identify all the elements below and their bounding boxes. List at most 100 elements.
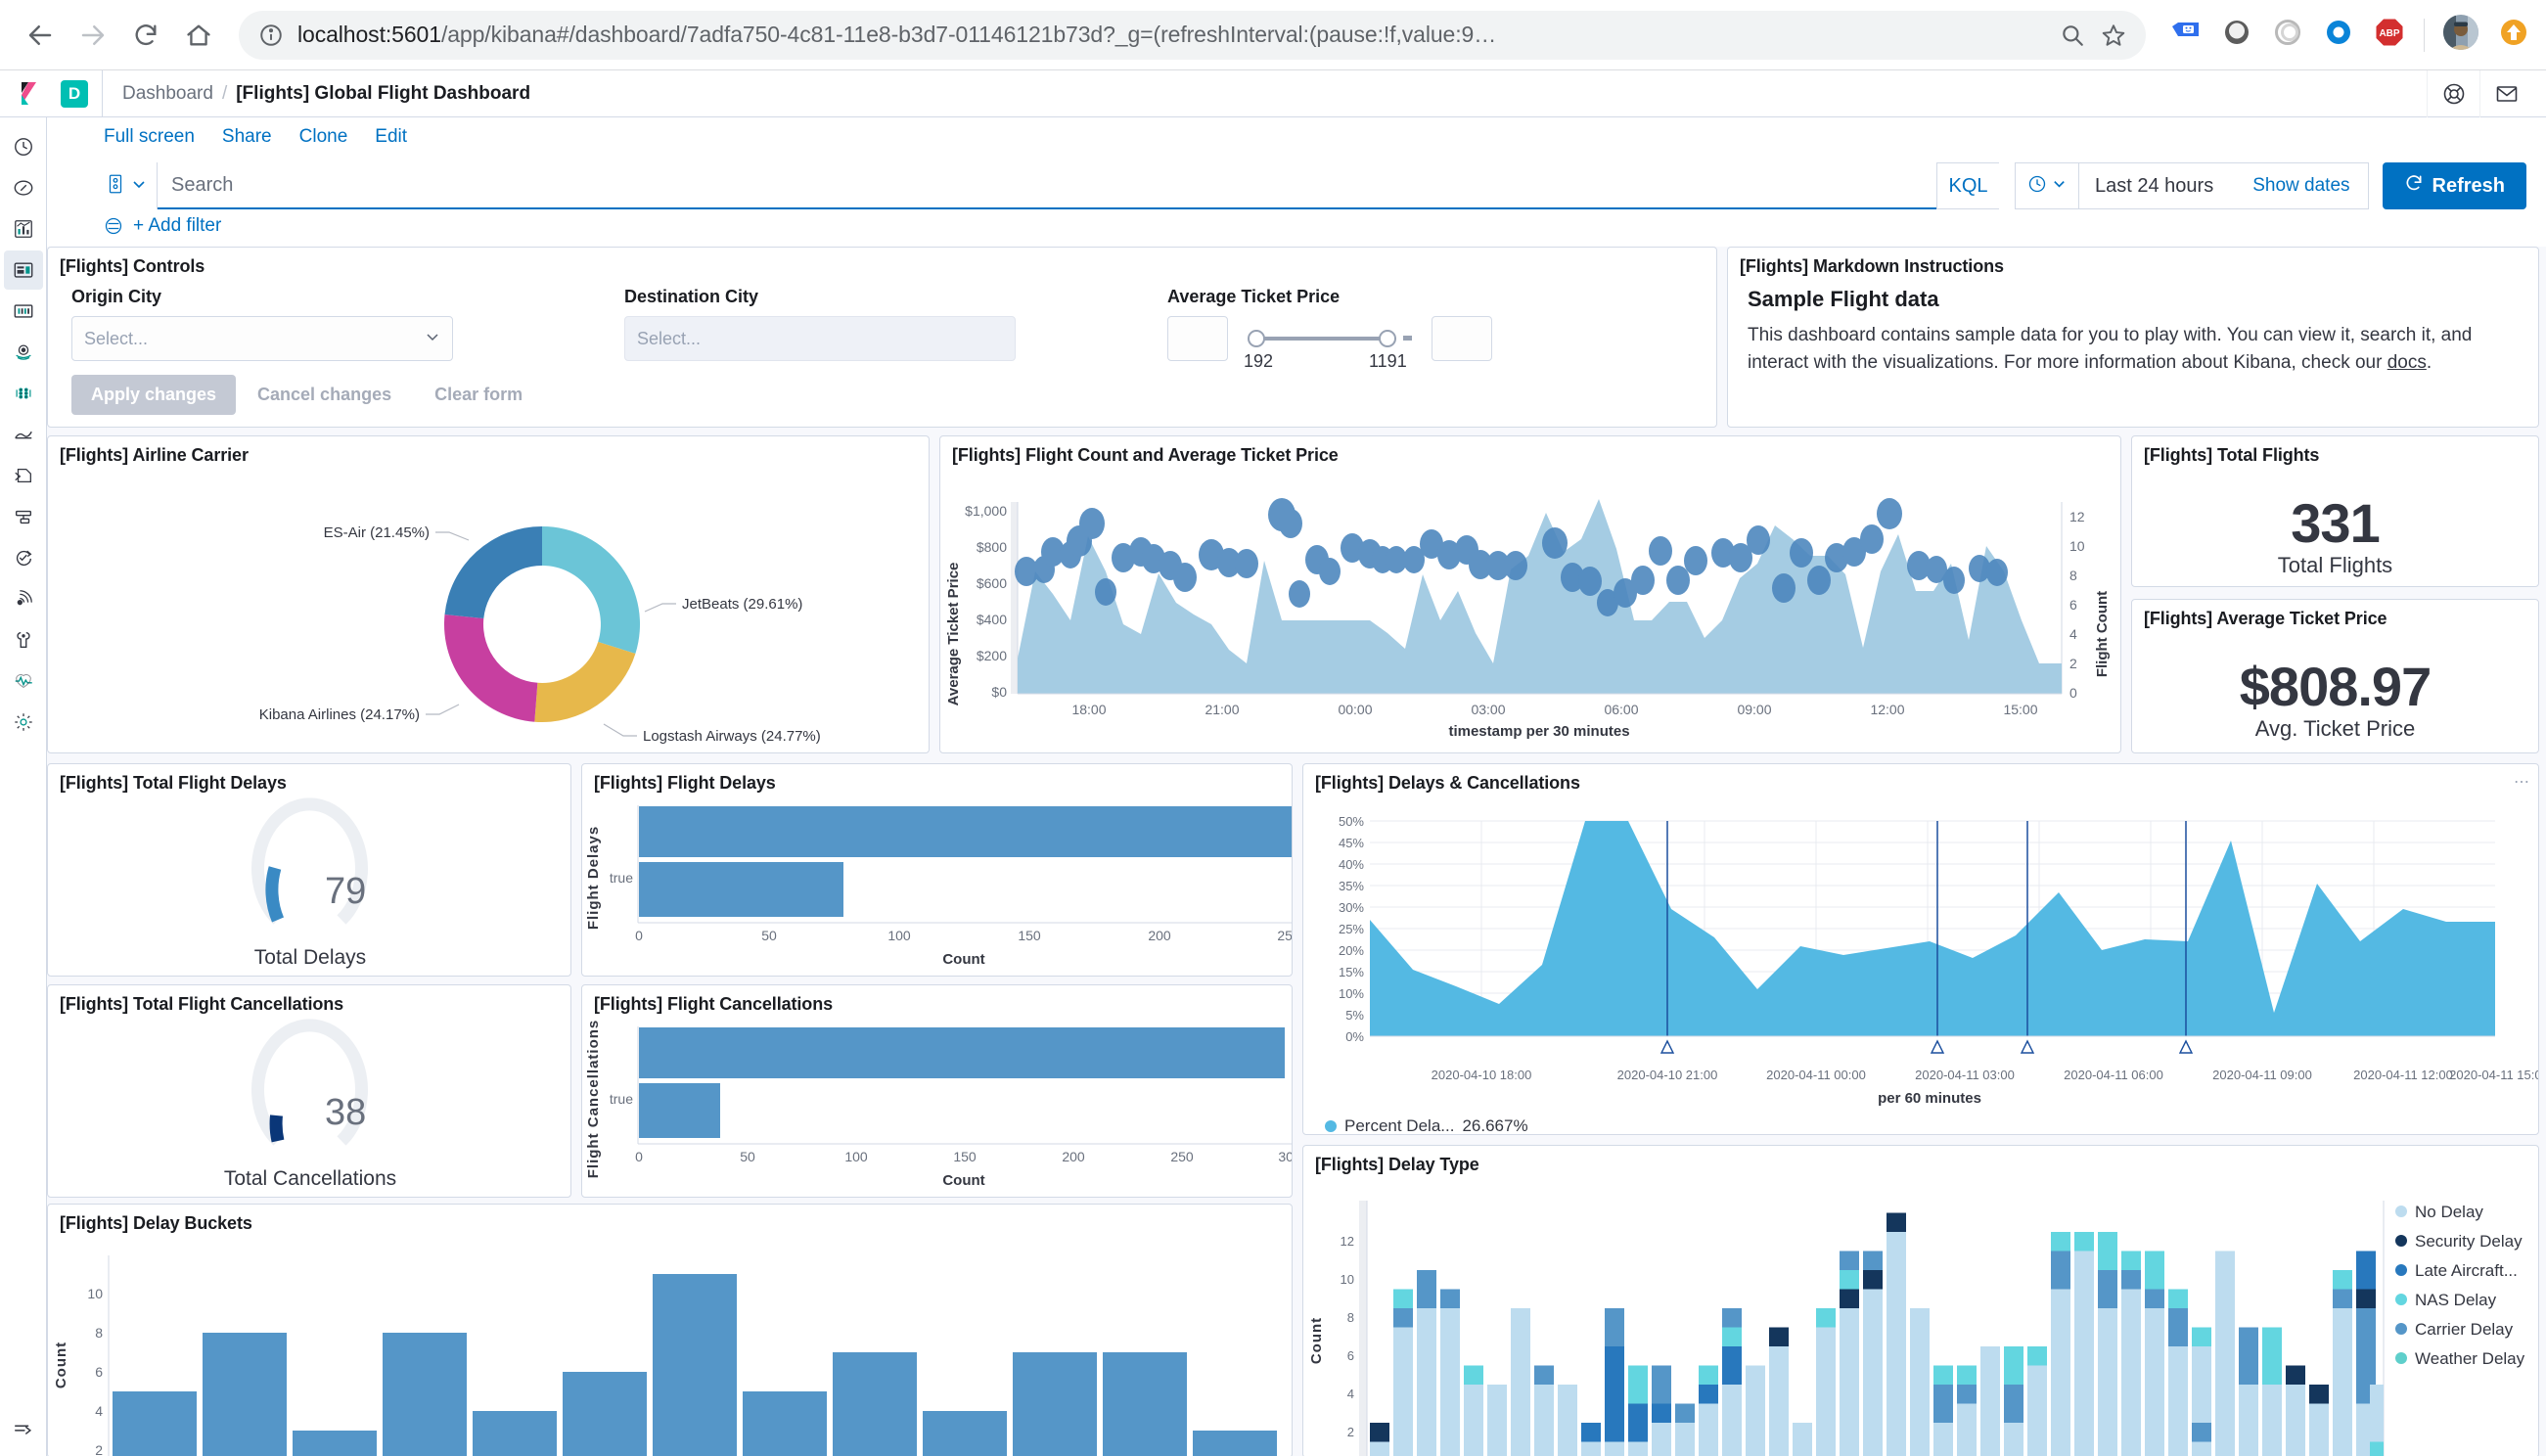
y-tick: $0 (991, 684, 1007, 700)
destination-city-select[interactable]: Select... (624, 316, 1016, 361)
add-filter-button[interactable]: + Add filter (133, 215, 221, 237)
sidebar-item-management[interactable] (4, 703, 43, 742)
price-max-input[interactable] (1432, 316, 1492, 361)
flight-count-chart[interactable]: Average Ticket Price Flight Count $0 $20… (940, 470, 2120, 752)
airline-carrier-chart[interactable]: JetBeats (29.61%) Logstash Airways (24.7… (48, 470, 929, 752)
origin-city-select[interactable]: Select... (71, 316, 453, 361)
delays-legend[interactable]: Percent Dela... 26.667% (1325, 1116, 1528, 1134)
index-pattern-selector[interactable] (104, 162, 158, 209)
y-axis: 50% 45% 40% 35% 30% 25% 20% 15% 10% 5% 0… (1339, 814, 1364, 1044)
delay-type-legend: No Delay Security Delay Late Aircraft...… (2395, 1203, 2525, 1368)
delay-type-chart[interactable]: Count 12 10 8 6 4 2 No Delay Security De… (1303, 1179, 2538, 1456)
update-arrow-icon[interactable] (2497, 16, 2530, 54)
docs-link[interactable]: docs (2387, 352, 2427, 373)
svg-text:50%: 50% (1339, 814, 1364, 829)
y-axis-title: Flight Delays (585, 826, 602, 930)
star-icon[interactable] (2099, 21, 2128, 50)
breadcrumb-parent[interactable]: Dashboard (122, 83, 213, 105)
address-bar[interactable]: localhost:5601/app/kibana#/dashboard/7ad… (239, 10, 2146, 60)
slider-knob-min[interactable] (1248, 330, 1265, 347)
full-screen-link[interactable]: Full screen (104, 126, 195, 148)
y2-tick: 8 (2069, 568, 2077, 583)
delays-cancellations-chart[interactable]: 50% 45% 40% 35% 30% 25% 20% 15% 10% 5% 0… (1303, 797, 2538, 1134)
sidebar-item-canvas[interactable] (4, 292, 43, 331)
delay-buckets-chart[interactable]: Count 10 8 6 4 2 (48, 1238, 1292, 1456)
sidebar-item-dashboard[interactable] (3, 250, 43, 290)
control-destination-city: Destination City Select... (624, 287, 1167, 361)
bitwarden-icon[interactable] (2169, 16, 2203, 54)
sidebar-item-siem[interactable] (4, 579, 43, 618)
sidebar-item-infrastructure[interactable] (4, 415, 43, 454)
extension-blue-icon[interactable] (2322, 16, 2355, 54)
sidebar-item-visualize[interactable] (4, 209, 43, 249)
apply-changes-button[interactable]: Apply changes (71, 375, 237, 415)
avg-ticket-price-label: Avg. Ticket Price (2254, 716, 2416, 741)
site-info-icon[interactable] (256, 21, 286, 50)
price-range-slider[interactable]: 192 1191 (1167, 316, 1492, 371)
destination-city-label: Destination City (624, 287, 759, 306)
clone-link[interactable]: Clone (299, 126, 348, 148)
sidebar-item-monitoring[interactable] (4, 661, 43, 701)
svg-text:ABP: ABP (2379, 28, 2399, 39)
show-dates-button[interactable]: Show dates (2235, 175, 2367, 197)
extension-ghost-icon[interactable] (2271, 16, 2304, 54)
price-max-value: 1191 (1369, 351, 1407, 371)
time-range-value[interactable]: Last 24 hours (2079, 175, 2235, 198)
total-flights-metric[interactable]: 331 Total Flights (2132, 470, 2538, 578)
total-flight-cancellations-gauge[interactable]: 38 Total Cancellations (48, 1019, 570, 1197)
controls-row: Origin City Select... Destination City S… (48, 281, 1716, 371)
help-icon[interactable] (2427, 69, 2479, 117)
y-tick: $1,000 (965, 503, 1007, 519)
back-arrow-icon[interactable] (16, 11, 65, 60)
collapse-arrow-icon[interactable] (4, 1409, 43, 1448)
panel-options-icon[interactable]: ⋯ (2514, 772, 2530, 792)
sidebar-item-logs[interactable] (4, 456, 43, 495)
search-input[interactable]: Search (158, 162, 1937, 209)
total-flight-delays-gauge[interactable]: 79 Total Delays (48, 797, 570, 976)
mail-icon[interactable] (2479, 69, 2532, 117)
elastic-logo[interactable] (14, 77, 47, 111)
sidebar-item-ml[interactable] (4, 374, 43, 413)
panel-title: [Flights] Total Flight Cancellations (60, 994, 344, 1014)
x-tick: 2020-04-10 21:00 (1617, 1068, 1718, 1082)
clear-form-button[interactable]: Clear form (413, 375, 544, 415)
home-icon[interactable] (174, 11, 223, 60)
avg-price-label: Average Ticket Price (1167, 287, 1341, 306)
flight-cancellations-chart[interactable]: Flight Cancellations true 0 50 100 150 2… (582, 1019, 1292, 1197)
share-link[interactable]: Share (222, 126, 272, 148)
extension-grey-icon[interactable] (2220, 16, 2253, 54)
x-tick: 100 (844, 1149, 868, 1164)
sidebar-item-maps[interactable] (4, 333, 43, 372)
origin-city-placeholder: Select... (84, 328, 149, 348)
adblock-plus-icon[interactable]: ABP (2373, 16, 2406, 54)
refresh-button[interactable]: Refresh (2382, 162, 2526, 209)
sidebar-item-apm[interactable] (4, 497, 43, 536)
cancel-changes-button[interactable]: Cancel changes (236, 375, 413, 415)
panel-title: [Flights] Delay Type (1315, 1155, 1479, 1174)
user-avatar[interactable] (2442, 14, 2479, 56)
svg-text:5%: 5% (1345, 1008, 1364, 1023)
reload-icon[interactable] (121, 11, 170, 60)
avg-ticket-price-value: $808.97 (2239, 656, 2432, 717)
x-axis-title: Count (942, 1172, 984, 1189)
slider-track[interactable]: 192 1191 (1242, 316, 1418, 371)
edit-link[interactable]: Edit (375, 126, 407, 148)
time-picker-quick-menu[interactable] (2016, 163, 2080, 208)
price-min-input[interactable] (1167, 316, 1228, 361)
panel-flight-cancellations: [Flights] Flight Cancellations Flight Ca… (581, 984, 1293, 1198)
query-language-button[interactable]: KQL (1936, 162, 2000, 209)
slider-line (1251, 337, 1396, 341)
markdown-text-1: This dashboard contains sample data for … (1748, 325, 2473, 373)
filter-icon[interactable] (104, 216, 123, 236)
sidebar-item-discover[interactable] (4, 168, 43, 207)
slider-knob-max[interactable] (1379, 330, 1396, 347)
breadcrumb-separator: / (221, 82, 228, 104)
sidebar-item-uptime[interactable] (4, 538, 43, 577)
search-zoom-icon[interactable] (2058, 21, 2087, 50)
avg-ticket-price-metric[interactable]: $808.97 Avg. Ticket Price (2132, 633, 2538, 742)
sidebar-item-devtools[interactable] (4, 620, 43, 660)
flight-delays-chart[interactable]: Flight Delays true 0 50 100 150 200 250 … (582, 797, 1292, 976)
forward-arrow-icon[interactable] (68, 11, 117, 60)
bar-false (639, 806, 1292, 857)
sidebar-item-recent[interactable] (4, 127, 43, 166)
